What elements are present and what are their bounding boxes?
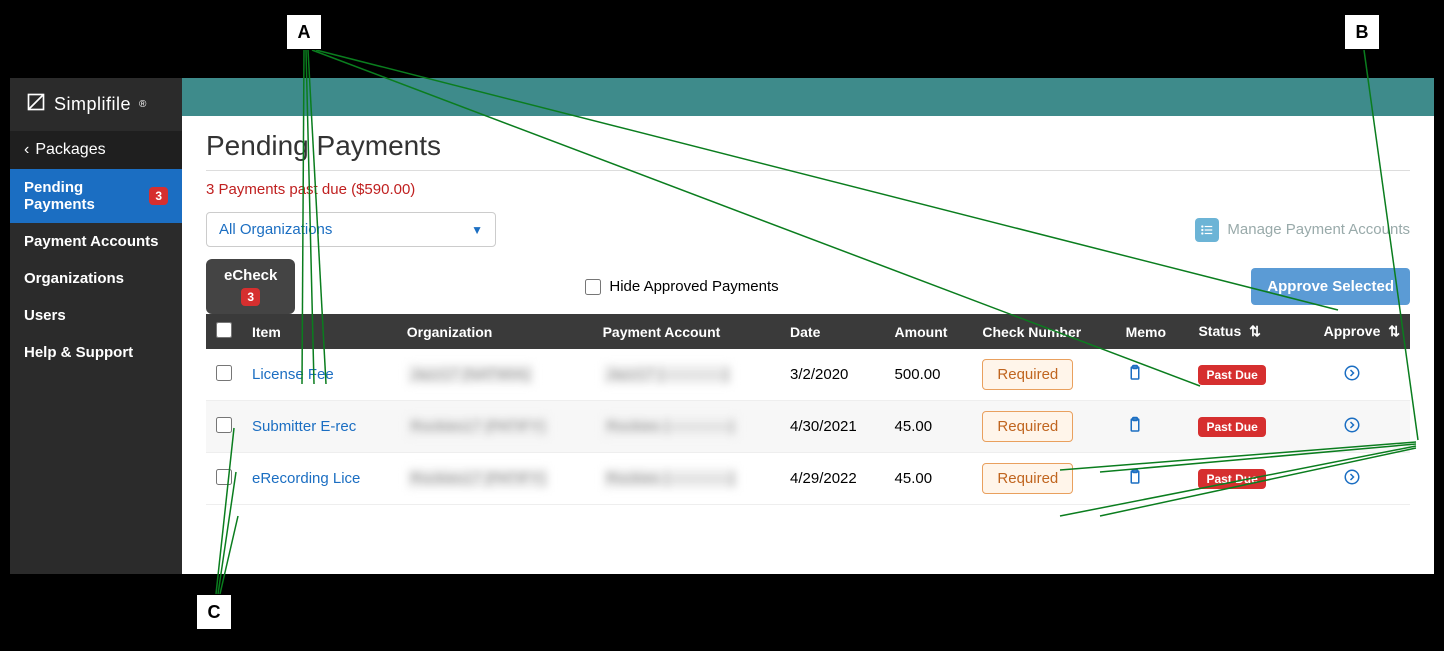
- approve-arrow-icon[interactable]: [1343, 364, 1361, 382]
- sidebar-item-label: Help & Support: [24, 344, 133, 361]
- sidebar-item-users[interactable]: Users: [10, 297, 182, 334]
- col-payment-account[interactable]: Payment Account: [593, 314, 780, 349]
- sidebar-item-organizations[interactable]: Organizations: [10, 260, 182, 297]
- content-area: Pending Payments 3 Payments past due ($5…: [182, 116, 1434, 519]
- org-cell: Rockies17 (PATIFY): [407, 468, 549, 489]
- status-badge: Past Due: [1198, 417, 1265, 437]
- brand: Simplifile ®: [10, 78, 182, 131]
- row-select-checkbox[interactable]: [216, 469, 232, 485]
- item-link[interactable]: eRecording Lice: [252, 470, 360, 487]
- col-memo[interactable]: Memo: [1116, 314, 1189, 349]
- approve-selected-button[interactable]: Approve Selected: [1251, 268, 1410, 305]
- check-number-required[interactable]: Required: [982, 359, 1073, 390]
- status-badge: Past Due: [1198, 365, 1265, 385]
- past-due-alert: 3 Payments past due ($590.00): [206, 181, 1410, 198]
- chevron-down-icon: ▼: [471, 223, 483, 237]
- row-select-checkbox[interactable]: [216, 365, 232, 381]
- sort-icon: ⇅: [1245, 323, 1261, 339]
- sidebar-item-label: Pending Payments: [24, 179, 149, 213]
- status-badge: Past Due: [1198, 469, 1265, 489]
- app-frame: Simplifile ® ‹ Packages Pending Payments …: [10, 78, 1434, 574]
- tab-echeck[interactable]: eCheck 3: [206, 259, 295, 314]
- col-organization[interactable]: Organization: [397, 314, 593, 349]
- select-all-checkbox[interactable]: [216, 322, 232, 338]
- col-status[interactable]: Status ⇅: [1188, 314, 1293, 349]
- clipboard-icon[interactable]: [1126, 364, 1144, 382]
- nav-back-label: Packages: [35, 141, 105, 159]
- clipboard-icon[interactable]: [1126, 468, 1144, 486]
- manage-payment-accounts-link[interactable]: Manage Payment Accounts: [1195, 218, 1410, 242]
- row-select-checkbox[interactable]: [216, 417, 232, 433]
- item-link[interactable]: Submitter E-rec: [252, 418, 356, 435]
- table-row: Submitter E-rec Rockies17 (PATIFY) Rocki…: [206, 401, 1410, 453]
- table-row: License Fee Jazz17 (NATWIA) Jazz17 (————…: [206, 349, 1410, 401]
- col-check-number[interactable]: Check Number: [972, 314, 1115, 349]
- hide-approved-toggle[interactable]: Hide Approved Payments: [585, 278, 778, 295]
- main-content: Pending Payments 3 Payments past due ($5…: [182, 78, 1434, 574]
- hide-approved-label: Hide Approved Payments: [609, 278, 778, 295]
- approve-arrow-icon[interactable]: [1343, 468, 1361, 486]
- sidebar-badge: 3: [149, 187, 168, 205]
- brand-text: Simplifile: [54, 94, 131, 115]
- item-link[interactable]: License Fee: [252, 366, 334, 383]
- table-row: eRecording Lice Rockies17 (PATIFY) Rocki…: [206, 453, 1410, 505]
- sidebar-item-help-support[interactable]: Help & Support: [10, 334, 182, 371]
- toolbar-row-2: eCheck 3 Hide Approved Payments Approve …: [206, 259, 1410, 314]
- sidebar-item-payment-accounts[interactable]: Payment Accounts: [10, 223, 182, 260]
- payments-table: Item Organization Payment Account Date A…: [206, 314, 1410, 505]
- amount-cell: 500.00: [885, 349, 973, 401]
- brand-logo-icon: [26, 92, 46, 117]
- col-item[interactable]: Item: [242, 314, 397, 349]
- tab-label: eCheck: [224, 267, 277, 284]
- chevron-left-icon: ‹: [24, 141, 29, 159]
- org-cell: Rockies17 (PATIFY): [407, 416, 549, 437]
- col-date[interactable]: Date: [780, 314, 885, 349]
- date-cell: 3/2/2020: [780, 349, 885, 401]
- brand-reg: ®: [139, 99, 146, 110]
- org-cell: Jazz17 (NATWIA): [407, 364, 534, 385]
- sidebar-item-pending-payments[interactable]: Pending Payments 3: [10, 169, 182, 223]
- org-filter-value: All Organizations: [219, 221, 332, 238]
- org-filter-dropdown[interactable]: All Organizations ▼: [206, 212, 496, 247]
- annotation-b: B: [1344, 14, 1380, 50]
- date-cell: 4/29/2022: [780, 453, 885, 505]
- check-number-required[interactable]: Required: [982, 411, 1073, 442]
- page-title: Pending Payments: [206, 130, 1410, 162]
- check-number-required[interactable]: Required: [982, 463, 1073, 494]
- annotation-c: C: [196, 594, 232, 630]
- list-icon: [1195, 218, 1219, 242]
- sidebar-item-label: Users: [24, 307, 66, 324]
- toolbar: All Organizations ▼ Manage Payment Accou…: [206, 212, 1410, 247]
- tab-badge: 3: [241, 288, 260, 306]
- annotation-a: A: [286, 14, 322, 50]
- divider: [206, 170, 1410, 171]
- amount-cell: 45.00: [885, 453, 973, 505]
- sidebar-item-label: Payment Accounts: [24, 233, 158, 250]
- account-cell: Jazz17 (————): [603, 364, 733, 385]
- table-header-row: Item Organization Payment Account Date A…: [206, 314, 1410, 349]
- sidebar-item-label: Organizations: [24, 270, 124, 287]
- clipboard-icon[interactable]: [1126, 416, 1144, 434]
- sort-icon: ⇅: [1384, 323, 1400, 339]
- nav-back-packages[interactable]: ‹ Packages: [10, 131, 182, 169]
- sidebar: Simplifile ® ‹ Packages Pending Payments …: [10, 78, 182, 574]
- account-cell: Rockies (————): [603, 468, 739, 489]
- amount-cell: 45.00: [885, 401, 973, 453]
- header-bar: [182, 78, 1434, 116]
- approve-arrow-icon[interactable]: [1343, 416, 1361, 434]
- col-approve[interactable]: Approve ⇅: [1294, 314, 1410, 349]
- date-cell: 4/30/2021: [780, 401, 885, 453]
- col-amount[interactable]: Amount: [885, 314, 973, 349]
- hide-approved-checkbox[interactable]: [585, 279, 601, 295]
- manage-link-label: Manage Payment Accounts: [1227, 221, 1410, 238]
- account-cell: Rockies (————): [603, 416, 739, 437]
